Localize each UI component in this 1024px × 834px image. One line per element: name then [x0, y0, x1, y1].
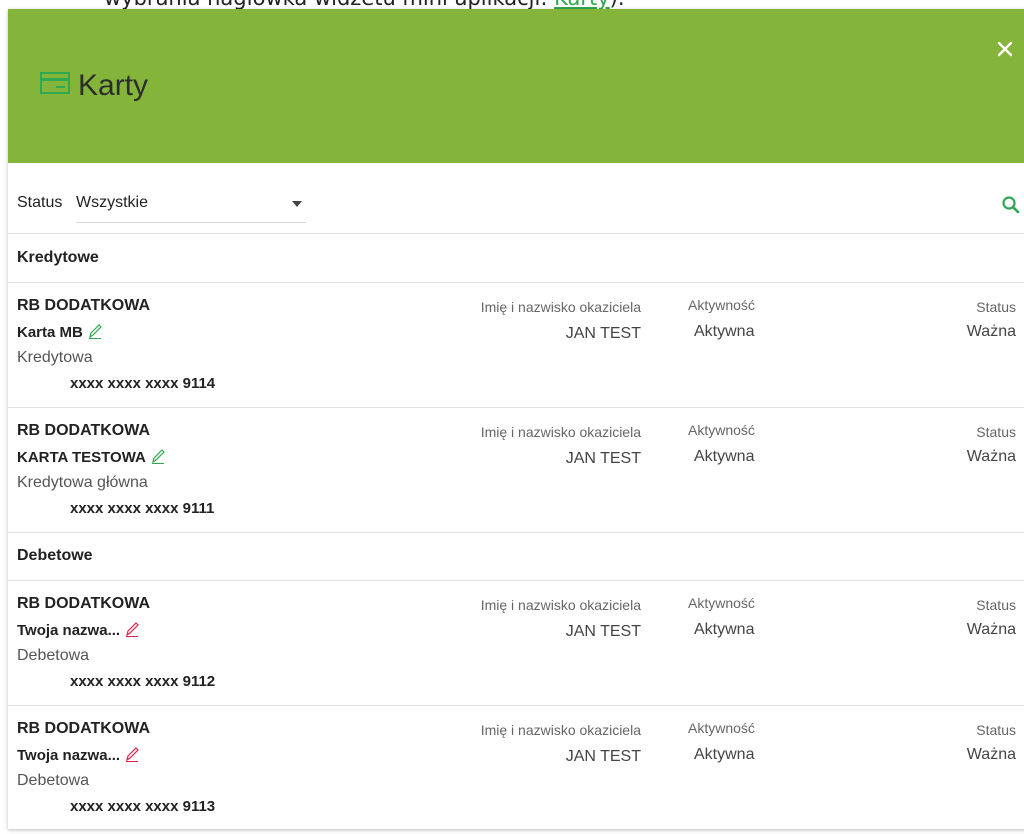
section-title: Kredytowe	[17, 249, 99, 266]
card-type: Kredytowa główna	[17, 474, 148, 491]
status-value: Ważna	[966, 323, 1016, 340]
activity-label: Aktywność	[688, 720, 755, 736]
search-icon[interactable]	[1001, 195, 1021, 215]
card-row[interactable]: RB DODATKOWA KARTA TESTOWA Kredytowa głó…	[8, 408, 1024, 533]
filter-bar: Status Wszystkie	[8, 184, 1024, 234]
card-icon	[40, 72, 70, 94]
card-name: Karta MB	[17, 323, 102, 341]
holder-value: JAN TEST	[565, 748, 641, 765]
pencil-icon[interactable]	[88, 323, 102, 339]
activity-value: Aktywna	[694, 448, 755, 465]
chevron-down-icon	[292, 201, 302, 207]
status-filter-value: Wszystkie	[76, 194, 148, 211]
card-name: Twoja nazwa...	[17, 621, 139, 639]
status-label: Status	[976, 299, 1016, 315]
activity-label: Aktywność	[688, 422, 755, 438]
status-label: Status	[976, 597, 1016, 613]
card-type: Debetowa	[17, 772, 90, 789]
card-product: RB DODATKOWA	[17, 422, 151, 439]
card-product: RB DODATKOWA	[17, 720, 151, 737]
status-value: Ważna	[966, 621, 1016, 638]
status-label: Status	[976, 722, 1016, 738]
status-value: Ważna	[966, 448, 1016, 465]
pencil-icon[interactable]	[125, 621, 139, 637]
status-filter-select[interactable]: Wszystkie	[76, 187, 306, 223]
card-row[interactable]: RB DODATKOWA Twoja nazwa... Debetowa xxx…	[8, 581, 1024, 706]
close-icon[interactable]	[993, 37, 1017, 61]
holder-label: Imię i nazwisko okaziciela	[480, 299, 641, 315]
card-type: Debetowa	[17, 647, 90, 664]
section-kredytowe: Kredytowe	[8, 235, 1024, 283]
activity-value: Aktywna	[694, 323, 755, 340]
activity-value: Aktywna	[694, 746, 755, 763]
card-row[interactable]: RB DODATKOWA Twoja nazwa... Debetowa xxx…	[8, 706, 1024, 831]
holder-label: Imię i nazwisko okaziciela	[480, 722, 641, 738]
card-number: xxxx xxxx xxxx 9114	[70, 375, 216, 392]
activity-value: Aktywna	[694, 621, 755, 638]
holder-value: JAN TEST	[565, 325, 641, 342]
pencil-icon[interactable]	[125, 746, 139, 762]
status-filter-label: Status	[17, 194, 63, 211]
card-product: RB DODATKOWA	[17, 297, 151, 314]
card-number: xxxx xxxx xxxx 9112	[70, 673, 216, 690]
card-name: KARTA TESTOWA	[17, 448, 165, 466]
modal-title: Karty	[78, 69, 149, 102]
section-title: Debetowe	[17, 547, 93, 564]
card-product: RB DODATKOWA	[17, 595, 151, 612]
activity-label: Aktywność	[688, 297, 755, 313]
cards-modal: Karty Status Wszystkie Kredytowe RB DODA…	[8, 9, 1024, 831]
holder-value: JAN TEST	[565, 623, 641, 640]
holder-label: Imię i nazwisko okaziciela	[480, 597, 641, 613]
card-row[interactable]: RB DODATKOWA Karta MB Kredytowa xxxx xxx…	[8, 283, 1024, 408]
holder-value: JAN TEST	[565, 450, 641, 467]
card-type: Kredytowa	[17, 349, 93, 366]
status-label: Status	[976, 424, 1016, 440]
card-number: xxxx xxxx xxxx 9113	[70, 798, 216, 815]
card-name: Twoja nazwa...	[17, 746, 139, 764]
activity-label: Aktywność	[688, 595, 755, 611]
holder-label: Imię i nazwisko okaziciela	[480, 424, 641, 440]
modal-header: Karty	[8, 9, 1024, 163]
pencil-icon[interactable]	[151, 448, 165, 464]
section-debetowe: Debetowe	[8, 533, 1024, 581]
card-number: xxxx xxxx xxxx 9111	[70, 500, 215, 517]
status-value: Ważna	[966, 746, 1016, 763]
